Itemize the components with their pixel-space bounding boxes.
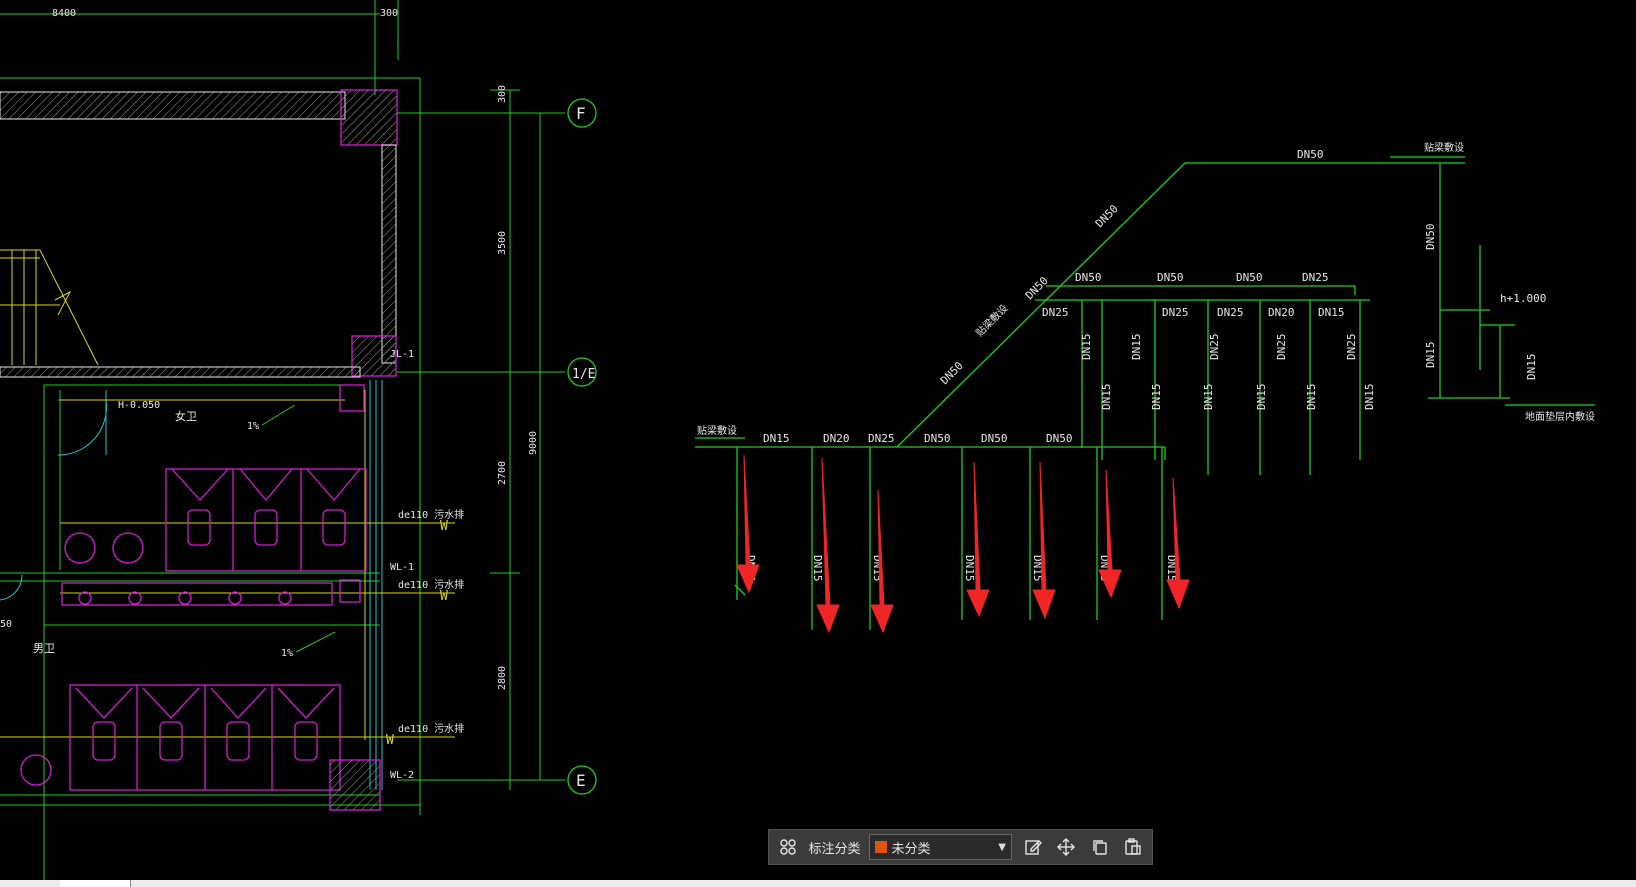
pipe-labels: DN50 贴梁敷设 DN50 DN50 DN50 贴梁敷设 DN50 DN50 … [697, 141, 1595, 582]
upper-riser-4: DN25 [1275, 334, 1288, 361]
dim-9000: 9000 [528, 431, 539, 455]
upper-low-riser-1: DN15 [1100, 384, 1113, 411]
tag-wl1: WL-1 [390, 562, 414, 573]
dim-300: 300 [497, 85, 508, 103]
grid-label-1e: 1/E [572, 367, 595, 382]
upper-low-riser-5: DN15 [1305, 384, 1318, 411]
right-riser-3: DN15 [1525, 354, 1538, 381]
upper-sub-3: DN25 [1217, 306, 1244, 319]
lower-left-note: 贴梁敷设 [697, 424, 737, 437]
diag-note: 贴梁敷设 [973, 302, 1010, 339]
grid-label-e: E [576, 771, 586, 790]
red-arrow-7 [1166, 477, 1190, 610]
w-mark-3: W [386, 733, 394, 748]
cad-drawing-canvas[interactable]: 8400 300 300 3500 2700 2800 9000 F 1/E E… [0, 0, 1636, 887]
dim-top-right: 300 [380, 8, 398, 19]
upper-sub-5: DN15 [1318, 306, 1345, 319]
upper-branch-1: DN50 [1075, 271, 1102, 284]
upper-sub-4: DN20 [1268, 306, 1295, 319]
upper-riser-5: DN25 [1345, 334, 1358, 361]
w-mark-2: W [440, 589, 448, 604]
right-riser-2: DN15 [1424, 342, 1437, 369]
annotation-toolbar: 标注分类 未分类 ▼ [768, 829, 1153, 865]
lower-main-5: DN50 [981, 432, 1008, 445]
level-mark: H-0.050 [118, 400, 160, 411]
upper-sub-2: DN25 [1162, 306, 1189, 319]
pipe-label-3: de110 污水排 [398, 722, 464, 735]
upper-low-riser-6: DN15 [1363, 384, 1376, 411]
grid-icon[interactable] [775, 834, 801, 860]
top-main-label: DN50 [1297, 148, 1324, 161]
lower-riser-2: DN15 [811, 555, 824, 582]
diag-label-2: DN50 [1023, 274, 1051, 302]
lower-main-4: DN50 [924, 432, 951, 445]
tag-jl1: JL-1 [390, 349, 414, 360]
right-riser-1: DN50 [1424, 224, 1437, 251]
lower-main-3: DN25 [868, 432, 895, 445]
grid-bubbles [567, 98, 597, 795]
layout-tabs-strip [0, 880, 1636, 887]
category-label: 标注分类 [808, 841, 861, 857]
top-right-note: 贴梁敷设 [1424, 141, 1464, 154]
upper-low-riser-3: DN15 [1202, 384, 1215, 411]
layout-tab-1[interactable] [0, 880, 61, 887]
lower-main-6: DN50 [1046, 432, 1073, 445]
chevron-down-icon: ▼ [998, 841, 1006, 853]
pipe-system-diagram [695, 156, 1595, 630]
copy-icon[interactable] [1087, 834, 1113, 860]
urinal-row-upper [165, 468, 367, 572]
lower-riser-4: DN15 [963, 555, 976, 582]
upper-riser-1: DN15 [1080, 334, 1093, 361]
dim-2800: 2800 [497, 666, 508, 690]
floor-plan: 8400 300 300 3500 2700 2800 9000 F 1/E E… [0, 0, 597, 880]
red-arrow-1 [736, 454, 760, 594]
pipe-label-1: de110 污水排 [398, 508, 464, 521]
red-arrow-2 [816, 457, 840, 634]
room-male: 男卫 [33, 642, 55, 655]
category-selected-value: 未分类 [891, 841, 931, 857]
dim-2700: 2700 [497, 461, 508, 485]
right-level: h+1.000 [1500, 292, 1546, 305]
slope-1: 1% [247, 421, 259, 432]
tag-wl2: WL-2 [390, 770, 414, 781]
upper-branch-3: DN50 [1236, 271, 1263, 284]
dim-3500: 3500 [497, 231, 508, 255]
dim-top-left: 8400 [52, 8, 76, 19]
w-mark-1: W [440, 519, 448, 534]
category-color-swatch [874, 841, 887, 853]
upper-low-riser-4: DN15 [1255, 384, 1268, 411]
stair [0, 249, 99, 366]
upper-branch-2: DN50 [1157, 271, 1184, 284]
upper-riser-3: DN25 [1208, 334, 1221, 361]
upper-sub-1: DN25 [1042, 306, 1069, 319]
paste-icon[interactable] [1120, 834, 1146, 860]
edit-icon[interactable] [1020, 834, 1046, 860]
red-arrows [736, 454, 1190, 634]
side-dim: 50 [0, 619, 12, 630]
red-arrow-4 [966, 461, 990, 618]
pipe-label-2: de110 污水排 [398, 578, 464, 591]
red-arrow-6 [1098, 469, 1122, 599]
upper-branch-4: DN25 [1302, 271, 1329, 284]
move-icon[interactable] [1053, 834, 1079, 860]
upper-riser-2: DN15 [1130, 334, 1143, 361]
grid-label-f: F [576, 104, 586, 123]
upper-low-riser-2: DN15 [1150, 384, 1163, 411]
category-dropdown[interactable]: 未分类 ▼ [868, 834, 1012, 860]
lower-main-1: DN15 [763, 432, 790, 445]
room-female: 女卫 [175, 409, 197, 423]
red-arrow-5 [1032, 461, 1056, 620]
lower-main-2: DN20 [823, 432, 850, 445]
layout-tab-2[interactable] [60, 880, 131, 887]
slope-2: 1% [281, 648, 293, 659]
right-note: 地面垫层内敷设 [1525, 410, 1595, 423]
diag-label-1: DN50 [1093, 202, 1121, 230]
urinal-row-lower [69, 384, 365, 791]
